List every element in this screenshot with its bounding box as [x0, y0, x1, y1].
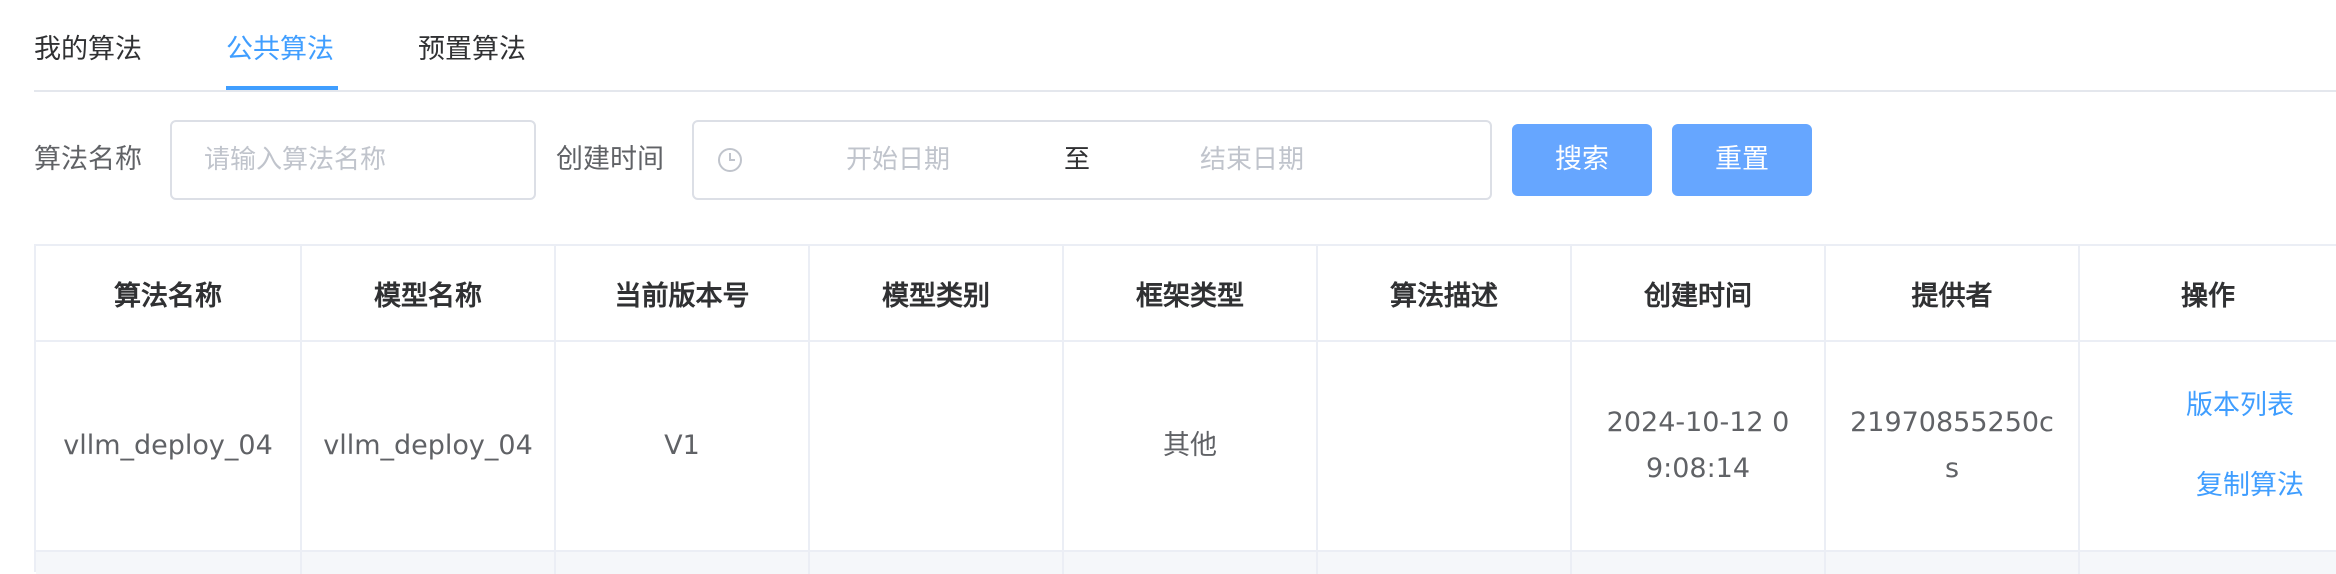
column-divider [300, 552, 302, 574]
search-button[interactable]: 搜索 [1512, 124, 1652, 196]
table-cell-actions: 版本列表 复制算法 [2080, 342, 2336, 552]
tab-preset-algorithms[interactable]: 预置算法 [418, 30, 526, 70]
column-header-description: 算法描述 [1318, 246, 1572, 342]
column-divider [554, 552, 556, 574]
column-header-actions: 操作 [2080, 246, 2336, 342]
table-row-next [36, 552, 2336, 574]
column-header-model-category: 模型类别 [810, 246, 1064, 342]
clock-icon [716, 146, 744, 174]
copy-algorithm-link[interactable]: 复制算法 [2196, 466, 2304, 506]
table-cell-model-category [810, 342, 1064, 552]
column-divider [1824, 552, 1826, 574]
column-divider [808, 552, 810, 574]
table-cell-framework-type: 其他 [1064, 342, 1318, 552]
algorithm-name-label: 算法名称 [34, 144, 142, 175]
version-list-link[interactable]: 版本列表 [2186, 386, 2294, 426]
table-cell-version: V1 [556, 342, 810, 552]
reset-button[interactable]: 重置 [1672, 124, 1812, 196]
column-divider [1316, 552, 1318, 574]
algorithm-tabs: 我的算法 公共算法 预置算法 [34, 0, 2336, 92]
column-header-version: 当前版本号 [556, 246, 810, 342]
start-date-input[interactable]: 开始日期 [846, 140, 950, 180]
table-cell-description [1318, 342, 1572, 552]
column-header-model-name: 模型名称 [302, 246, 556, 342]
column-header-framework-type: 框架类型 [1064, 246, 1318, 342]
end-date-input[interactable]: 结束日期 [1200, 140, 1304, 180]
column-header-provider: 提供者 [1826, 246, 2080, 342]
table-cell-create-time: 2024-10-12 09:08:14 [1572, 342, 1826, 552]
table-cell-provider: 21970855250cs [1826, 342, 2080, 552]
column-header-algorithm-name: 算法名称 [36, 246, 302, 342]
range-separator: 至 [1064, 145, 1091, 175]
algorithm-table: 算法名称 模型名称 当前版本号 模型类别 框架类型 算法描述 创建时间 提供者 … [34, 244, 2336, 574]
tab-my-algorithms[interactable]: 我的算法 [34, 30, 142, 70]
create-time-label: 创建时间 [556, 144, 664, 175]
table-cell-algorithm-name: vllm_deploy_04 [36, 342, 302, 552]
column-divider [1570, 552, 1572, 574]
column-header-create-time: 创建时间 [1572, 246, 1826, 342]
table-cell-model-name: vllm_deploy_04 [302, 342, 556, 552]
algorithm-name-placeholder: 请输入算法名称 [204, 145, 387, 175]
active-tab-indicator [226, 86, 338, 90]
column-divider [2078, 552, 2080, 574]
column-divider [1062, 552, 1064, 574]
tab-public-algorithms[interactable]: 公共算法 [226, 30, 334, 70]
date-range-picker[interactable]: 开始日期 至 结束日期 [692, 120, 1492, 200]
algorithm-name-input[interactable]: 请输入算法名称 [170, 120, 536, 200]
